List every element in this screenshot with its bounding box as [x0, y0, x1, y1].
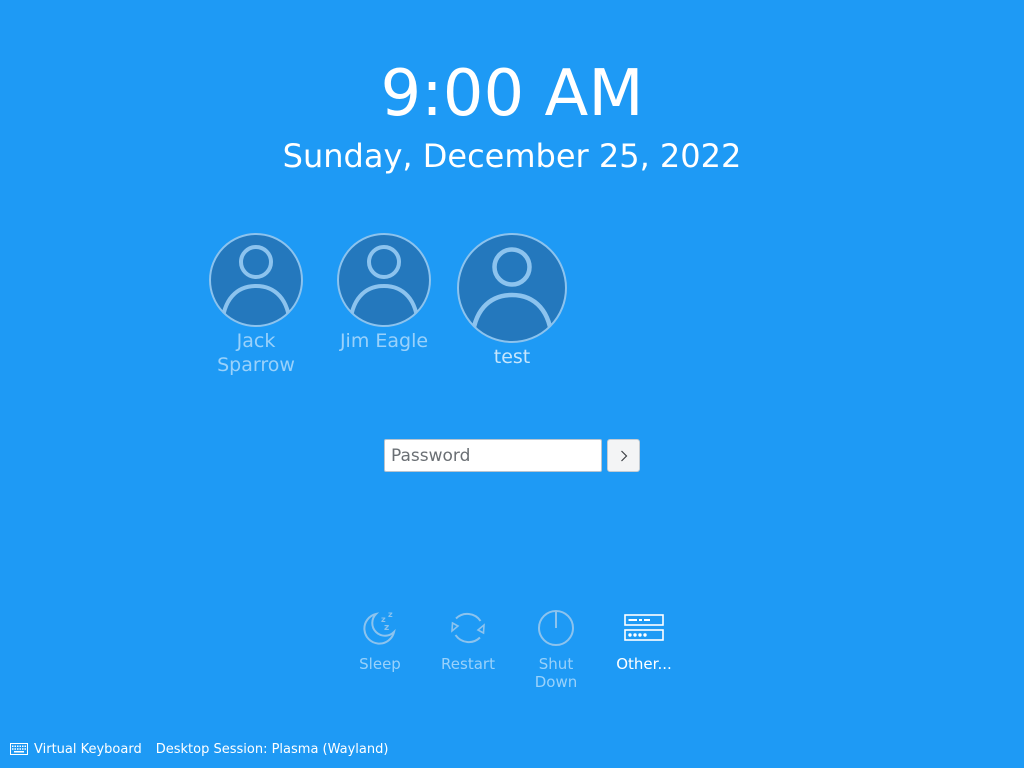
user-avatar-icon — [457, 233, 567, 343]
user-name: Jack Sparrow — [217, 330, 295, 376]
login-submit-button[interactable] — [607, 439, 640, 472]
keyboard-icon — [10, 743, 28, 755]
user-name: test — [493, 346, 531, 368]
virtual-keyboard-button[interactable]: Virtual Keyboard — [10, 742, 142, 757]
shut-down-button[interactable]: Shut Down — [516, 606, 596, 691]
user-name: Jim Eagle — [339, 330, 429, 352]
virtual-keyboard-label: Virtual Keyboard — [34, 741, 142, 757]
other-button[interactable]: Other... — [604, 606, 684, 673]
other-users-icon — [624, 614, 664, 641]
sleep-moon-icon: z z z — [363, 610, 396, 645]
footer-bar: Virtual Keyboard Desktop Session: Plasma… — [10, 740, 388, 758]
user-avatar-icon — [209, 233, 303, 327]
restart-button[interactable]: Restart — [428, 606, 508, 673]
sleep-button[interactable]: z z z Sleep — [340, 606, 420, 673]
user-jack-sparrow[interactable]: Jack Sparrow — [206, 232, 306, 377]
restart-icon — [451, 612, 485, 644]
restart-label: Restart — [441, 655, 495, 673]
chevron-right-icon — [620, 450, 627, 461]
svg-text:z: z — [384, 623, 389, 633]
power-icon — [538, 610, 574, 646]
svg-text:z: z — [388, 610, 393, 619]
desktop-session-label: Desktop Session: Plasma (Wayland) — [155, 741, 389, 757]
clock-date: Sunday, December 25, 2022 — [282, 137, 742, 175]
shut-down-label: Shut Down — [534, 655, 578, 691]
clock-time: 9:00 AM — [380, 57, 644, 131]
user-test[interactable]: test — [452, 232, 572, 369]
other-label: Other... — [616, 655, 672, 673]
desktop-session-selector[interactable]: Desktop Session: Plasma (Wayland) — [156, 742, 389, 757]
user-jim-eagle[interactable]: Jim Eagle — [334, 232, 434, 353]
password-input[interactable] — [384, 439, 602, 472]
sleep-label: Sleep — [359, 655, 401, 673]
user-avatar-icon — [337, 233, 431, 327]
